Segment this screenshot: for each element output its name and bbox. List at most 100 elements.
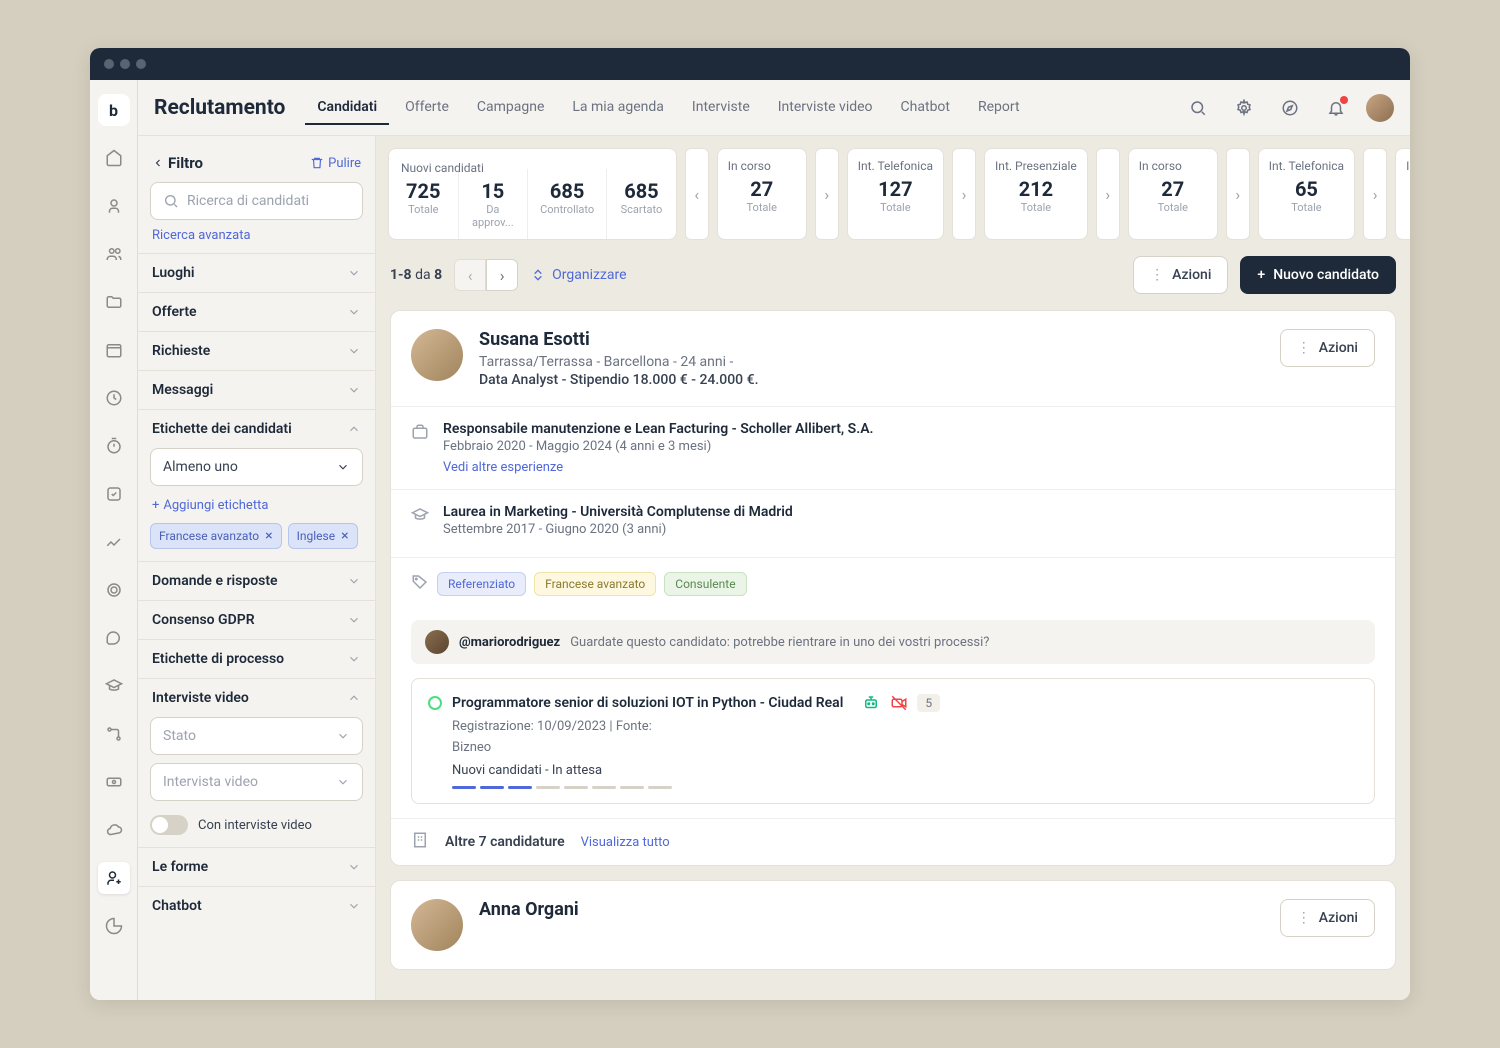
briefcase-icon [411, 421, 431, 445]
nav-pie-icon[interactable] [98, 910, 130, 942]
candidate-card: Anna Organi ⋮Azioni [390, 880, 1396, 970]
comment-user[interactable]: @mariorodriguez [459, 635, 560, 650]
nav-chart-icon[interactable] [98, 526, 130, 558]
filter-gdpr[interactable]: Consenso GDPR [138, 601, 375, 639]
kpi-next-icon[interactable]: › [815, 148, 839, 240]
application-source: Bizneo [452, 740, 1358, 755]
candidate-chip[interactable]: Referenziato [437, 572, 526, 596]
kpi-nuovi[interactable]: Nuovi candidati 725Totale 15Da approv...… [388, 148, 677, 240]
filter-offerte[interactable]: Offerte [138, 293, 375, 331]
nav-home-icon[interactable] [98, 142, 130, 174]
candidate-avatar[interactable] [411, 329, 463, 381]
nav-calendar-icon[interactable] [98, 334, 130, 366]
page-next-button[interactable]: › [486, 259, 518, 291]
filter-domande[interactable]: Domande e risposte [138, 562, 375, 600]
search-input[interactable]: Ricerca di candidati [150, 182, 363, 220]
application-count: 5 [917, 694, 940, 712]
nav-money-icon[interactable] [98, 766, 130, 798]
new-candidate-button[interactable]: +Nuovo candidato [1240, 256, 1396, 294]
candidate-chip[interactable]: Francese avanzato [534, 572, 656, 596]
candidate-application[interactable]: Programmatore senior di soluzioni IOT in… [411, 678, 1375, 804]
nav-flow-icon[interactable] [98, 718, 130, 750]
kpi-next-icon[interactable]: › [1363, 148, 1387, 240]
more-experiences-link[interactable]: Vedi altre esperienze [443, 460, 1375, 475]
tab-chatbot[interactable]: Chatbot [889, 91, 962, 125]
search-icon[interactable] [1182, 92, 1214, 124]
nav-folder-icon[interactable] [98, 286, 130, 318]
user-avatar[interactable] [1366, 94, 1394, 122]
filter-luoghi[interactable]: Luoghi [138, 254, 375, 292]
gear-icon[interactable] [1228, 92, 1260, 124]
kpi-card[interactable]: Int. Presenziale32Totale [1395, 148, 1410, 240]
tab-offerte[interactable]: Offerte [393, 91, 461, 125]
traffic-light-max[interactable] [136, 59, 146, 69]
candidate-chip[interactable]: Consulente [664, 572, 746, 596]
nav-recruit-icon[interactable] [98, 862, 130, 894]
filter-forme[interactable]: Le forme [138, 848, 375, 886]
kpi-card[interactable]: In corso27Totale [1128, 148, 1218, 240]
etichette-mode-select[interactable]: Almeno uno [150, 448, 363, 486]
nav-user-icon[interactable] [98, 190, 130, 222]
kpi-card[interactable]: Int. Telefonica65Totale [1258, 148, 1355, 240]
filter-richieste[interactable]: Richieste [138, 332, 375, 370]
compass-icon[interactable] [1274, 92, 1306, 124]
bell-icon[interactable] [1320, 92, 1352, 124]
candidate-actions-button[interactable]: ⋮Azioni [1280, 899, 1375, 937]
advanced-search-link[interactable]: Ricerca avanzata [138, 228, 375, 253]
education-icon [411, 504, 431, 528]
view-all-link[interactable]: Visualizza tutto [581, 835, 670, 850]
experience-period: Febbraio 2020 - Maggio 2024 (4 anni e 3 … [443, 439, 1375, 454]
filter-title: Filtro [152, 154, 203, 172]
organize-button[interactable]: Organizzare [530, 267, 626, 283]
candidate-avatar[interactable] [411, 899, 463, 951]
video-stato-select[interactable]: Stato [150, 717, 363, 755]
page-prev-button[interactable]: ‹ [454, 259, 486, 291]
traffic-light-close[interactable] [104, 59, 114, 69]
nav-users-icon[interactable] [98, 238, 130, 270]
remove-tag-icon[interactable]: × [265, 528, 272, 544]
kpi-card[interactable]: Int. Telefonica127Totale [847, 148, 944, 240]
filter-messaggi[interactable]: Messaggi [138, 371, 375, 409]
tab-candidati[interactable]: Candidati [305, 91, 389, 125]
comment-avatar[interactable] [425, 630, 449, 654]
kpi-prev-icon[interactable]: ‹ [685, 148, 709, 240]
topbar: Reclutamento Candidati Offerte Campagne … [138, 80, 1410, 136]
candidate-name[interactable]: Susana Esotti [479, 329, 1264, 350]
nav-education-icon[interactable] [98, 670, 130, 702]
bulk-actions-button[interactable]: ⋮Azioni [1133, 256, 1228, 294]
add-tag-button[interactable]: +Aggiungi etichetta [150, 494, 363, 523]
tab-campagne[interactable]: Campagne [465, 91, 557, 125]
video-intervista-select[interactable]: Intervista video [150, 763, 363, 801]
filter-processo[interactable]: Etichette di processo [138, 640, 375, 678]
filter-chatbot[interactable]: Chatbot [138, 887, 375, 925]
app-logo[interactable]: b [98, 94, 130, 126]
tab-agenda[interactable]: La mia agenda [560, 91, 676, 125]
candidate-name[interactable]: Anna Organi [479, 899, 1264, 920]
tab-video[interactable]: Interviste video [766, 91, 885, 125]
tab-report[interactable]: Report [966, 91, 1032, 125]
candidate-actions-button[interactable]: ⋮Azioni [1280, 329, 1375, 367]
clear-filter-button[interactable]: Pulire [310, 156, 361, 171]
nav-timer-icon[interactable] [98, 430, 130, 462]
kpi-card[interactable]: In corso27Totale [717, 148, 807, 240]
tab-interviste[interactable]: Interviste [680, 91, 762, 125]
kpi-next-icon[interactable]: › [952, 148, 976, 240]
nav-clock-icon[interactable] [98, 382, 130, 414]
nav-chat-icon[interactable] [98, 622, 130, 654]
status-dot-icon [428, 696, 442, 710]
filter-etichette[interactable]: Etichette dei candidati [138, 410, 375, 448]
kpi-next-icon[interactable]: › [1226, 148, 1250, 240]
nav-target-icon[interactable] [98, 574, 130, 606]
nav-cloud-icon[interactable] [98, 814, 130, 846]
filter-video[interactable]: Interviste video [138, 679, 375, 717]
application-status: Nuovi candidati - In attesa [452, 763, 1358, 778]
remove-tag-icon[interactable]: × [341, 528, 348, 544]
more-applications: Altre 7 candidature [445, 834, 565, 850]
kpi-next-icon[interactable]: › [1096, 148, 1120, 240]
nav-check-icon[interactable] [98, 478, 130, 510]
traffic-light-min[interactable] [120, 59, 130, 69]
experience-title: Responsabile manutenzione e Lean Facturi… [443, 421, 1375, 437]
tag-icon [411, 573, 429, 595]
kpi-card[interactable]: Int. Presenziale212Totale [984, 148, 1088, 240]
video-toggle[interactable] [150, 815, 188, 835]
